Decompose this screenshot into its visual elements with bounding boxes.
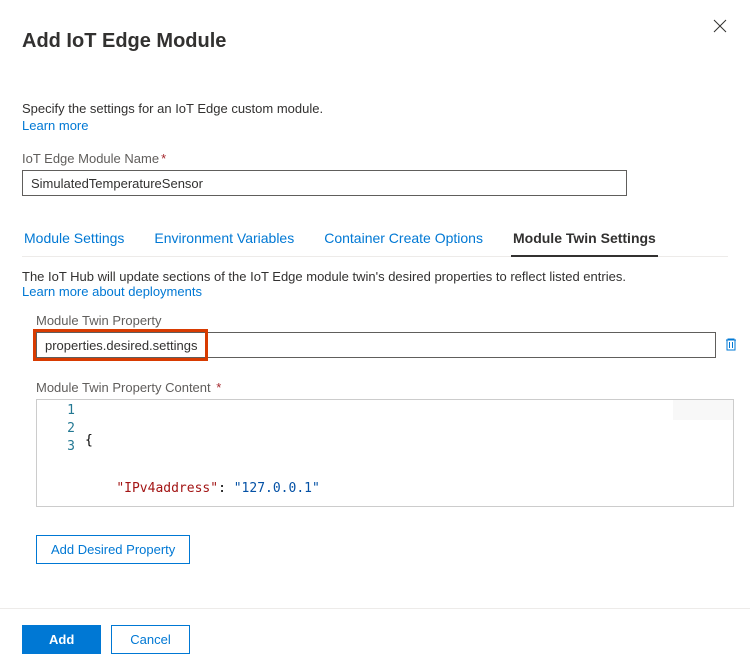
close-icon[interactable] — [710, 16, 730, 36]
tab-container-create-options[interactable]: Container Create Options — [322, 222, 485, 256]
code-body[interactable]: { "IPv4address": "127.0.0.1" } — [85, 400, 733, 506]
module-name-input[interactable] — [22, 170, 627, 196]
tabs-bar: Module Settings Environment Variables Co… — [22, 222, 728, 257]
delete-icon[interactable] — [724, 336, 738, 355]
code-gutter: 1 2 3 — [37, 400, 85, 506]
add-desired-property-button[interactable]: Add Desired Property — [36, 535, 190, 564]
learn-more-deployments-link[interactable]: Learn more about deployments — [22, 284, 202, 299]
twin-description: The IoT Hub will update sections of the … — [22, 269, 728, 284]
tab-module-settings[interactable]: Module Settings — [22, 222, 126, 256]
code-minimap — [673, 400, 733, 420]
twin-property-label: Module Twin Property — [36, 313, 728, 328]
twin-content-label: Module Twin Property Content * — [36, 380, 728, 395]
footer: Add Cancel — [0, 608, 750, 670]
intro-description: Specify the settings for an IoT Edge cus… — [22, 101, 728, 116]
module-name-label: IoT Edge Module Name* — [22, 151, 728, 166]
learn-more-link[interactable]: Learn more — [22, 118, 88, 133]
code-editor[interactable]: 1 2 3 { "IPv4address": "127.0.0.1" } — [36, 399, 734, 507]
tab-module-twin-settings[interactable]: Module Twin Settings — [511, 222, 658, 256]
twin-property-input[interactable] — [36, 332, 716, 358]
cancel-button[interactable]: Cancel — [111, 625, 189, 654]
tab-environment-variables[interactable]: Environment Variables — [152, 222, 296, 256]
add-button[interactable]: Add — [22, 625, 101, 654]
page-title: Add IoT Edge Module — [22, 30, 728, 53]
